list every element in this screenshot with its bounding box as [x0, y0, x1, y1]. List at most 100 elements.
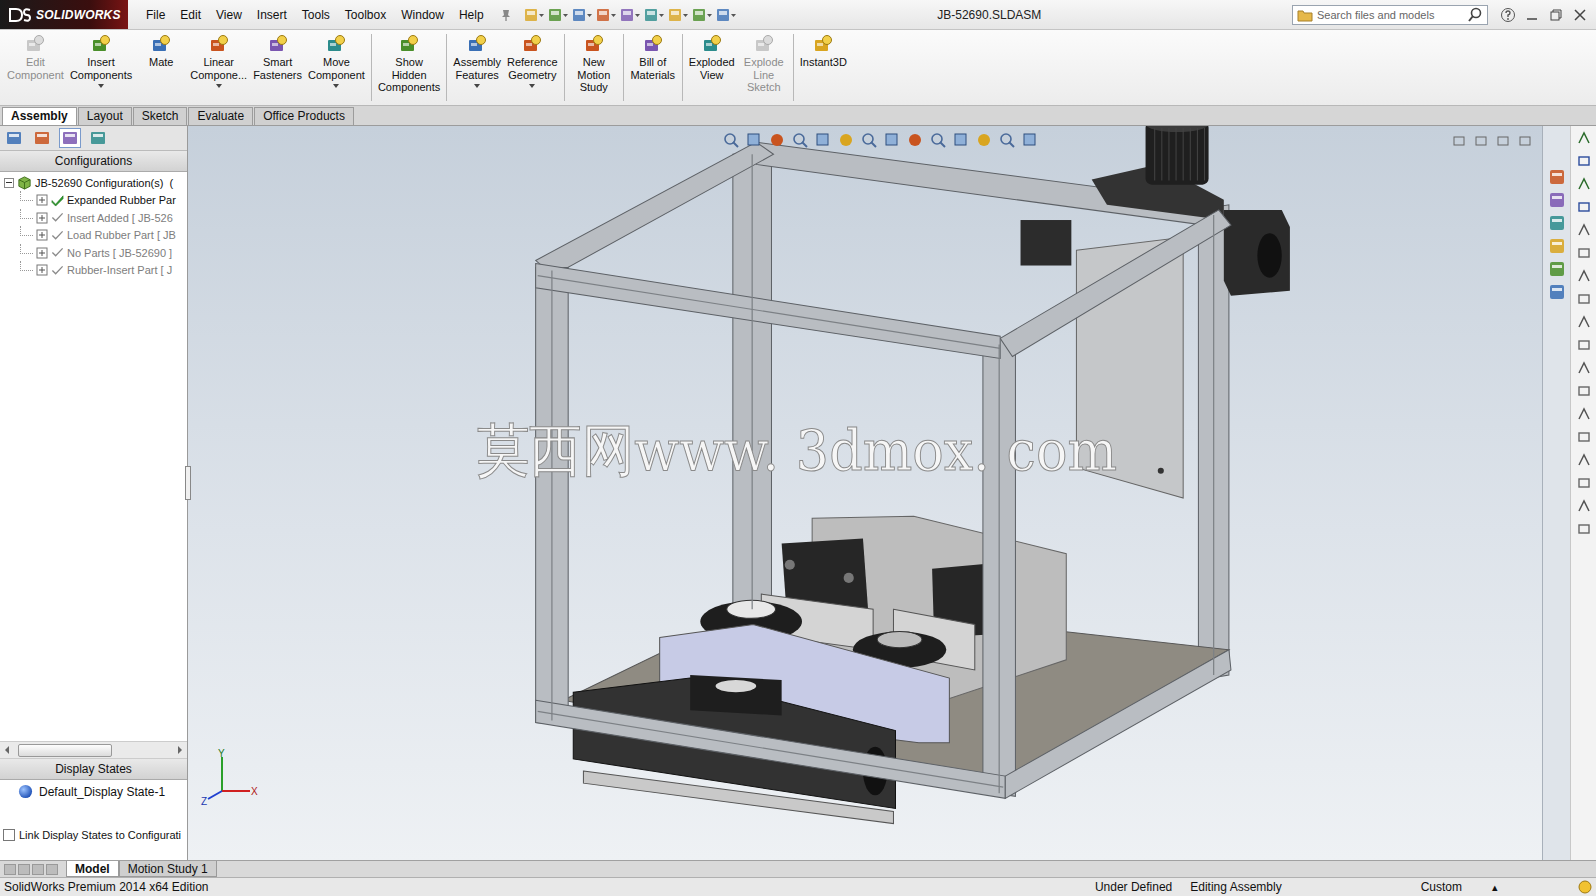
view-tool-icon[interactable]	[906, 131, 924, 149]
scroll-thumb[interactable]	[18, 744, 112, 757]
horizontal-scrollbar[interactable]	[0, 741, 187, 759]
task-pane-icon[interactable]	[1548, 168, 1566, 186]
ribbon-button[interactable]: ReferenceGeometry	[504, 32, 561, 103]
ribbon-button[interactable]: MoveComponent	[305, 32, 368, 103]
tool-icon[interactable]	[1576, 521, 1592, 537]
tool-icon[interactable]	[1576, 176, 1592, 192]
panel-tab-icon[interactable]	[31, 128, 53, 148]
search-box[interactable]: Search files and models	[1292, 5, 1488, 25]
view-tool-icon[interactable]	[814, 131, 832, 149]
save-icon[interactable]	[571, 7, 593, 23]
help-icon[interactable]	[1500, 7, 1516, 23]
rebuild-icon[interactable]	[667, 7, 689, 23]
panel-splitter[interactable]	[185, 466, 191, 500]
assembly-model[interactable]: 莫西网www. 3dmox. com	[188, 126, 1542, 860]
tool-icon[interactable]	[1576, 429, 1592, 445]
ribbon-button[interactable]: AssemblyFeatures	[450, 32, 504, 103]
menu-item[interactable]: Edit	[180, 8, 201, 22]
view-tool-icon[interactable]	[791, 131, 809, 149]
rebuild-status-icon[interactable]	[1578, 880, 1592, 894]
ribbon-button[interactable]: LinearCompone...	[187, 32, 250, 103]
tool-icon[interactable]	[1576, 452, 1592, 468]
task-pane-icon[interactable]	[1548, 283, 1566, 301]
units-arrow[interactable]: ▴	[1492, 881, 1578, 894]
tool-icon[interactable]	[1576, 153, 1592, 169]
command-tab[interactable]: Assembly	[2, 107, 77, 125]
task-pane-icon[interactable]	[1548, 237, 1566, 255]
tab-scroll-icon[interactable]	[4, 864, 16, 875]
ribbon-button[interactable]: InsertComponents	[67, 32, 135, 103]
file-props-icon[interactable]	[691, 7, 713, 23]
graphics-area[interactable]: 莫西网www. 3dmox. comYXZ	[188, 126, 1542, 860]
configuration-item[interactable]: Rubber-Insert Part [ J	[0, 262, 187, 280]
new-icon[interactable]	[523, 7, 545, 23]
panel-tab-icon[interactable]	[59, 128, 81, 148]
view-tool-icon[interactable]	[975, 131, 993, 149]
menu-item[interactable]: File	[146, 8, 165, 22]
model-tab[interactable]: Motion Study 1	[119, 861, 217, 877]
view-tool-icon[interactable]	[860, 131, 878, 149]
select-icon[interactable]	[643, 7, 665, 23]
task-pane-icon[interactable]	[1548, 260, 1566, 278]
view-tool-icon[interactable]	[1021, 131, 1039, 149]
view-tool-icon[interactable]	[952, 131, 970, 149]
view-tool-icon[interactable]	[745, 131, 763, 149]
configuration-item[interactable]: Insert Added [ JB-526	[0, 209, 187, 227]
task-pane-icon[interactable]	[1548, 214, 1566, 232]
panel-tab-icon[interactable]	[3, 128, 25, 148]
ribbon-button[interactable]: EditComponent	[4, 32, 67, 103]
dropdown-arrow-icon[interactable]	[216, 84, 222, 88]
print-icon[interactable]	[595, 7, 617, 23]
close-icon[interactable]	[1572, 7, 1588, 23]
command-tab[interactable]: Sketch	[133, 107, 188, 125]
task-pane-icon[interactable]	[1548, 191, 1566, 209]
scroll-right-icon[interactable]	[178, 746, 182, 754]
tab-scroll-icon[interactable]	[46, 864, 58, 875]
ribbon-button[interactable]: ShowHiddenComponents	[375, 32, 443, 103]
ribbon-button[interactable]: Instant3D	[797, 32, 850, 103]
minimize-icon[interactable]	[1524, 7, 1540, 23]
tool-icon[interactable]	[1576, 498, 1592, 514]
ribbon-button[interactable]: SmartFasteners	[250, 32, 305, 103]
tool-icon[interactable]	[1576, 360, 1592, 376]
ribbon-button[interactable]: Mate	[135, 32, 187, 103]
tab-scroll-icon[interactable]	[18, 864, 30, 875]
dropdown-arrow-icon[interactable]	[98, 84, 104, 88]
link-checkbox[interactable]	[3, 829, 15, 841]
view-tool-icon[interactable]	[998, 131, 1016, 149]
view-tool-icon[interactable]	[929, 131, 947, 149]
tool-icon[interactable]	[1576, 291, 1592, 307]
ribbon-button[interactable]: ExplodeLineSketch	[738, 32, 790, 103]
menu-item[interactable]: Insert	[257, 8, 287, 22]
menu-item[interactable]: Tools	[302, 8, 330, 22]
viewport-control-icon[interactable]	[1474, 134, 1488, 148]
tree-root[interactable]: JB-52690 Configuration(s) (	[0, 174, 187, 192]
dropdown-arrow-icon[interactable]	[333, 84, 339, 88]
tool-icon[interactable]	[1576, 245, 1592, 261]
viewport-control-icon[interactable]	[1518, 134, 1532, 148]
view-tool-icon[interactable]	[768, 131, 786, 149]
solidworks-logo[interactable]: SOLIDWORKS	[0, 0, 128, 29]
dropdown-arrow-icon[interactable]	[529, 84, 535, 88]
viewport-control-icon[interactable]	[1496, 134, 1510, 148]
tool-icon[interactable]	[1576, 383, 1592, 399]
tool-icon[interactable]	[1576, 337, 1592, 353]
display-state-item[interactable]: Default_Display State-1	[18, 784, 187, 799]
status-units[interactable]: Custom	[1291, 880, 1492, 894]
tab-scroll-icon[interactable]	[32, 864, 44, 875]
ribbon-button[interactable]: ExplodedView	[686, 32, 738, 103]
view-tool-icon[interactable]	[837, 131, 855, 149]
configuration-item[interactable]: Load Rubber Part [ JB	[0, 227, 187, 245]
viewport-control-icon[interactable]	[1452, 134, 1466, 148]
configuration-item[interactable]: Expanded Rubber Par	[0, 192, 187, 210]
magnifier-icon[interactable]	[1467, 7, 1483, 23]
configuration-item[interactable]: No Parts [ JB-52690 ]	[0, 244, 187, 262]
command-tab[interactable]: Evaluate	[188, 107, 253, 125]
tool-icon[interactable]	[1576, 475, 1592, 491]
scroll-left-icon[interactable]	[5, 746, 9, 754]
view-tool-icon[interactable]	[883, 131, 901, 149]
pin-icon[interactable]	[499, 8, 513, 22]
menu-item[interactable]: View	[216, 8, 242, 22]
options-icon[interactable]	[715, 7, 737, 23]
view-tool-icon[interactable]	[722, 131, 740, 149]
